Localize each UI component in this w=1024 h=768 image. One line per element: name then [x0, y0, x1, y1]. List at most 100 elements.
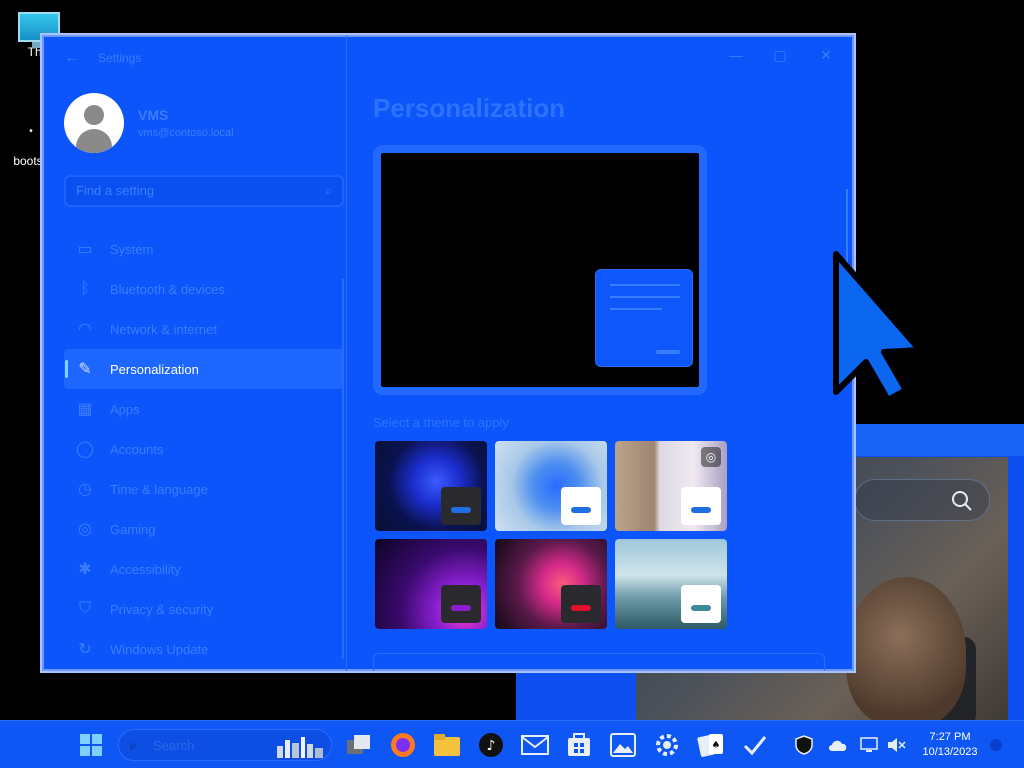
sidebar-item-label: Accessibility: [110, 561, 181, 577]
brush-icon: ✎: [78, 361, 92, 378]
maximize-button[interactable]: ▢: [766, 43, 794, 67]
close-button[interactable]: ✕: [812, 43, 840, 67]
preview-line: [610, 284, 680, 286]
accent-bar: [691, 507, 711, 513]
volume-tray-button[interactable]: [884, 730, 908, 760]
sidebar-item-label: Personalization: [110, 361, 199, 377]
security-tray-button[interactable]: [792, 730, 816, 760]
find-setting-input[interactable]: [76, 183, 296, 198]
sidebar-scrollbar[interactable]: [342, 279, 344, 659]
task-view-icon: [347, 735, 370, 754]
theme-flow[interactable]: [615, 539, 727, 629]
user-name: VMS: [138, 107, 169, 123]
nav-list: ▭ System ᛒ Bluetooth & devices ◠ Network…: [64, 229, 344, 669]
solitaire-button[interactable]: ♠: [696, 730, 726, 760]
sidebar-item-label: Gaming: [110, 521, 156, 537]
sidebar-item-gaming[interactable]: ◎ Gaming: [64, 509, 344, 549]
todo-button[interactable]: [740, 730, 770, 760]
sidebar-item-apps[interactable]: ▦ Apps: [64, 389, 344, 429]
monitor-icon: ▭: [77, 241, 93, 258]
titlebar[interactable]: ← Settings — ▢ ✕: [42, 35, 854, 79]
sidebar-item-label: Bluetooth & devices: [110, 281, 225, 297]
network-tray-button[interactable]: [858, 730, 882, 760]
preview-window-shape: [595, 269, 693, 367]
search-icon[interactable]: ⌕: [325, 183, 332, 199]
sidebar-item-privacy-security[interactable]: ⛉ Privacy & security: [64, 589, 344, 629]
svg-text:♪: ♪: [487, 738, 496, 754]
firefox-button[interactable]: [388, 730, 418, 760]
search-icon: ⌕: [129, 737, 137, 753]
background-search-field[interactable]: [854, 479, 990, 521]
minimize-button[interactable]: —: [722, 43, 750, 67]
taskbar-search[interactable]: ⌕ Search: [118, 729, 332, 761]
theme-chip: [681, 487, 721, 525]
avatar-body-shape: [76, 129, 112, 153]
accent-bar: [451, 507, 471, 513]
sidebar-item-label: Apps: [110, 401, 140, 417]
theme-caption: Select a theme to apply: [373, 415, 509, 430]
tiktok-icon: ♪: [479, 733, 503, 757]
taskbar: ⌕ Search ♪ ♠ 7:27 PM 10/13/2023: [0, 720, 1024, 768]
accent-bar: [451, 605, 471, 611]
accent-bar: [691, 605, 711, 611]
store-icon: [568, 733, 590, 756]
svg-text:♠: ♠: [712, 740, 721, 751]
accessibility-icon: ✱: [78, 561, 92, 578]
wifi-icon: ◠: [78, 321, 92, 338]
clock-date: 10/13/2023: [922, 746, 978, 758]
find-setting-search[interactable]: ⌕: [64, 175, 344, 207]
tiktok-button[interactable]: ♪: [476, 730, 506, 760]
theme-windows-light[interactable]: [495, 441, 607, 531]
preview-line: [610, 308, 662, 310]
mail-icon: [521, 735, 549, 755]
theme-windows-dark[interactable]: [375, 441, 487, 531]
start-button[interactable]: [76, 730, 106, 760]
mouse-cursor-icon: [833, 251, 923, 400]
file-explorer-icon: [434, 734, 460, 756]
clock-time: 7:27 PM: [929, 731, 971, 743]
sidebar-item-personalization[interactable]: ✎ Personalization: [64, 349, 344, 389]
taskbar-search-placeholder: Search: [153, 738, 195, 753]
app-title: Settings: [98, 51, 142, 65]
accent-bar: [571, 605, 591, 611]
onedrive-tray-button[interactable]: [826, 730, 850, 760]
mail-button[interactable]: [520, 730, 550, 760]
sidebar-item-accessibility[interactable]: ✱ Accessibility: [64, 549, 344, 589]
theme-captured-motion[interactable]: [495, 539, 607, 629]
solitaire-icon: ♠: [697, 734, 723, 757]
sidebar-item-time-language[interactable]: ◷ Time & language: [64, 469, 344, 509]
avatar[interactable]: [64, 93, 124, 153]
sidebar-item-bluetooth-devices[interactable]: ᛒ Bluetooth & devices: [64, 269, 344, 309]
theme-glow[interactable]: [375, 539, 487, 629]
photos-button[interactable]: [608, 730, 638, 760]
settings-taskbar-button[interactable]: [652, 730, 682, 760]
back-arrow-icon[interactable]: ←: [64, 49, 80, 67]
theme-windows-spotlight[interactable]: ◎: [615, 441, 727, 531]
task-view-button[interactable]: [344, 730, 374, 760]
preview-desktop: [381, 153, 699, 387]
sidebar-item-network-internet[interactable]: ◠ Network & internet: [64, 309, 344, 349]
sidebar-item-label: Network & internet: [110, 321, 217, 337]
start-icon: [80, 734, 102, 756]
preview-button-shape: [656, 350, 680, 354]
update-icon: ↻: [78, 641, 92, 658]
sidebar-item-label: Time & language: [110, 481, 208, 497]
notification-center-button[interactable]: [990, 739, 1002, 751]
sidebar-item-accounts[interactable]: ◯ Accounts: [64, 429, 344, 469]
theme-grid: ◎: [375, 441, 727, 629]
sidebar-item-label: System: [110, 241, 154, 257]
sidebar-item-label: Windows Update: [110, 641, 209, 657]
search-icon: [952, 491, 972, 511]
store-button[interactable]: [564, 730, 594, 760]
bluetooth-icon: ᛒ: [80, 280, 90, 297]
sidebar-item-windows-update[interactable]: ↻ Windows Update: [64, 629, 344, 669]
clock[interactable]: 7:27 PM 10/13/2023: [916, 730, 984, 760]
file-explorer-button[interactable]: [432, 730, 462, 760]
settings-card[interactable]: [373, 653, 825, 671]
sidebar-item-system[interactable]: ▭ System: [64, 229, 344, 269]
settings-window[interactable]: ← Settings — ▢ ✕ VMS vms@contoso.local ⌕…: [40, 33, 856, 673]
shield-icon: [795, 735, 813, 755]
theme-chip: [441, 487, 481, 525]
avatar-head-shape: [84, 105, 104, 125]
settings-icon: [656, 734, 678, 756]
